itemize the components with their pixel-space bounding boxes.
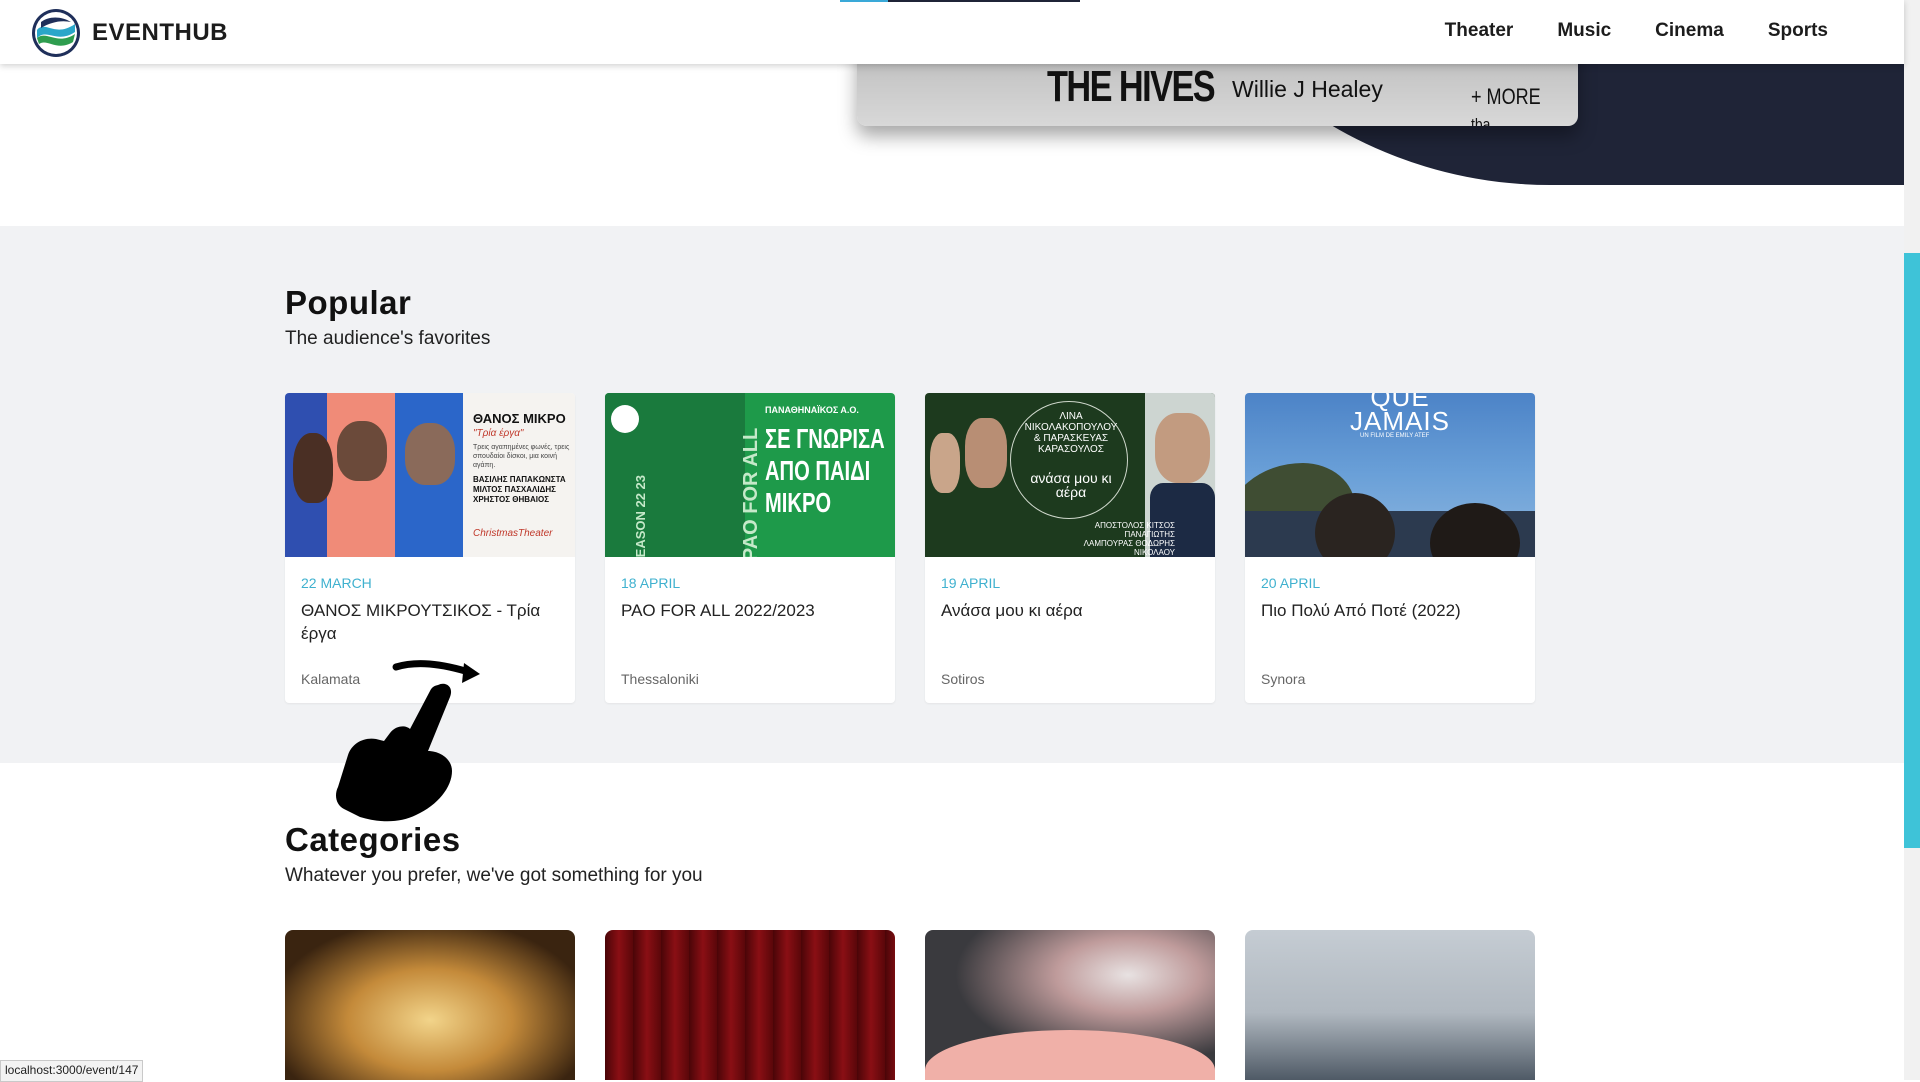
popular-subtitle: The audience's favorites	[285, 328, 491, 349]
event-card[interactable]: ΛΙΝΑ ΝΙΚΟΛΑΚΟΠΟΥΛΟΥ & ΠΑΡΑΣΚΕΥΑΣ ΚΑΡΑΣΟΥ…	[925, 393, 1215, 703]
nav-links: Theater Music Cinema Sports	[1445, 20, 1828, 42]
poster-venue: ChristmasTheater	[473, 528, 553, 539]
poster-blurb: Τρεις αγαπημένες φωνές, τρεις σπουδαίοι …	[473, 444, 570, 469]
page-scrollbar-thumb[interactable]	[1904, 253, 1920, 848]
event-title[interactable]: ΘΑΝΟΣ ΜΙΚΡΟΥΤΣΙΚΟΣ - Τρία έργα	[301, 599, 561, 645]
poster-vertical: PAO FOR ALL	[740, 427, 763, 557]
poster-title: ανάσα μου κι αέρα	[1030, 470, 1112, 500]
event-poster: SEASON 22 23 PAO FOR ALL ΠΑΝΑΘΗΝΑΪΚΟΣ Α.…	[605, 393, 895, 557]
event-date: 20 APRIL	[1261, 575, 1321, 591]
poster-title: QUE JAMAIS	[1350, 393, 1450, 436]
event-poster: ΛΙΝΑ ΝΙΚΟΛΑΚΟΠΟΥΛΟΥ & ΠΑΡΑΣΚΕΥΑΣ ΚΑΡΑΣΟΥ…	[925, 393, 1215, 557]
nav-sports[interactable]: Sports	[1768, 20, 1828, 42]
event-title[interactable]: Ανάσα μου κι αέρα	[941, 599, 1201, 622]
popular-title: Popular	[285, 284, 412, 321]
nav-music[interactable]: Music	[1557, 20, 1611, 42]
categories-title: Categories	[285, 821, 461, 858]
top-navbar: EVENTHUB Theater Music Cinema Sports	[0, 0, 1904, 64]
poster-names: ΛΙΝΑ ΝΙΚΟΛΑΚΟΠΟΥΛΟΥ & ΠΑΡΑΣΚΕΥΑΣ ΚΑΡΑΣΟΥ…	[1024, 411, 1118, 455]
category-card-cinema[interactable]	[925, 930, 1215, 1080]
event-title[interactable]: PAO FOR ALL 2022/2023	[621, 599, 881, 622]
swipe-hand-icon	[336, 660, 480, 822]
category-card-sports[interactable]	[1245, 930, 1535, 1080]
club-crest-icon	[611, 405, 639, 433]
event-poster: QUE JAMAIS UN FILM DE EMILY ATEF	[1245, 393, 1535, 557]
event-location: Synora	[1261, 671, 1306, 687]
event-date: 18 APRIL	[621, 575, 681, 591]
event-location: Thessaloniki	[621, 671, 699, 687]
event-card[interactable]: SEASON 22 23 PAO FOR ALL ΠΑΝΑΘΗΝΑΪΚΟΣ Α.…	[605, 393, 895, 703]
event-title[interactable]: Πιο Πολύ Από Ποτέ (2022)	[1261, 599, 1521, 622]
category-card-music[interactable]	[285, 930, 575, 1080]
poster-band: THE HIVES	[1047, 62, 1216, 111]
browser-status-url: localhost:3000/event/147	[0, 1060, 144, 1082]
poster-subtitle: "Τρία έργα"	[473, 428, 524, 439]
poster-headline: ΣΕ ΓΝΩΡΙΣΑ ΑΠΟ ΠΑΙΔΙ ΜΙΚΡΟ	[765, 423, 885, 518]
poster-season: SEASON 22 23	[633, 474, 649, 557]
poster-more: + MORE tba	[1471, 84, 1541, 126]
brand-name[interactable]: EVENTHUB	[92, 19, 228, 47]
categories-subtitle: Whatever you prefer, we've got something…	[285, 865, 703, 886]
event-poster: ΘΑΝΟΣ ΜΙΚΡΟ "Τρία έργα" Τρεις αγαπημένες…	[285, 393, 575, 557]
poster-cast: ΒΑΣΙΛΗΣ ΠΑΠΑΚΩΝΣΤΑ ΜΙΛΤΟΣ ΠΑΣΧΑΛΙΔΗΣ ΧΡΗ…	[473, 475, 566, 504]
poster-artist: Willie J Healey	[1232, 76, 1383, 102]
event-date: 19 APRIL	[941, 575, 1001, 591]
event-date: 22 MARCH	[301, 575, 372, 591]
event-location: Sotiros	[941, 671, 985, 687]
hero-slider-indicator	[840, 0, 1080, 2]
poster-credits: ΑΠΟΣΤΟΛΟΣ ΚΙΤΣΟΣ ΠΑΝΑΓΙΩΤΗΣ ΛΑΜΠΟΥΡΑΣ ΘΟ…	[1083, 521, 1175, 557]
poster-credit: UN FILM DE EMILY ATEF	[1360, 433, 1430, 439]
eventhub-logo-icon[interactable]	[31, 8, 81, 58]
nav-theater[interactable]: Theater	[1445, 20, 1514, 42]
poster-org: ΠΑΝΑΘΗΝΑΪΚΟΣ Α.Ο.	[765, 405, 859, 415]
category-card-theater[interactable]	[605, 930, 895, 1080]
event-card[interactable]: QUE JAMAIS UN FILM DE EMILY ATEF 20 APRI…	[1245, 393, 1535, 703]
nav-cinema[interactable]: Cinema	[1655, 20, 1724, 42]
poster-title: ΘΑΝΟΣ ΜΙΚΡΟ	[473, 411, 566, 426]
